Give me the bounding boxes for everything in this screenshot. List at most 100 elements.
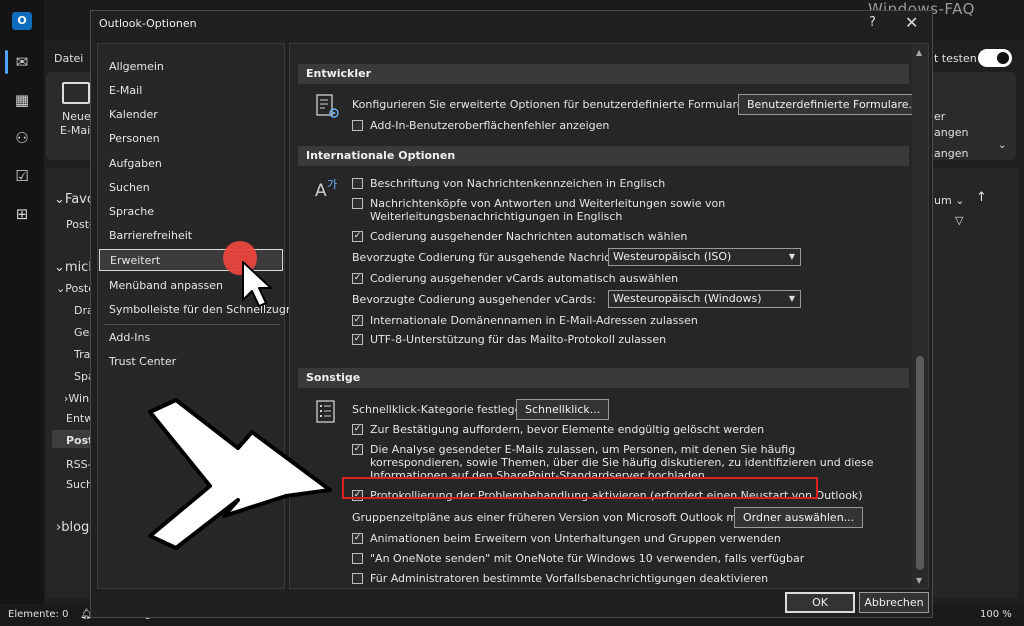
nav-item-allgemein[interactable]: Allgemein [99, 56, 283, 78]
auto-encoding-checkbox[interactable]: ✓ [352, 231, 363, 242]
onenote-checkbox[interactable] [352, 553, 363, 564]
nav-item-kalender[interactable]: Kalender [99, 104, 283, 126]
scroll-down-icon[interactable]: ▼ [916, 576, 922, 585]
chevron-down-icon: ⌄ [54, 192, 65, 207]
nav-item-suchen[interactable]: Suchen [99, 177, 283, 199]
content-scrollbar[interactable]: ▲ ▼ [912, 44, 928, 588]
people-icon[interactable]: ⚇ [12, 128, 32, 148]
app-rail: O ✉ ▦ ⚇ ☑ ⊞ [0, 0, 44, 626]
screen: O ✉ ▦ ⚇ ☑ ⊞ Windows-FAQ Datei Neue E-Mai… [0, 0, 1024, 626]
list-settings-icon [316, 400, 335, 423]
new-mail-label-1: Neue [62, 110, 91, 123]
message-list-pane [932, 168, 1018, 598]
tab-datei[interactable]: Datei [54, 52, 83, 65]
flag-labels-english-checkbox[interactable] [352, 178, 363, 189]
nav-item-erweitert[interactable]: Erweitert [99, 249, 283, 271]
utf8-mailto-label: UTF-8-Unterstützung für das Mailto-Proto… [370, 333, 667, 346]
chevron-down-icon: ▼ [788, 252, 795, 261]
try-new-toggle[interactable] [978, 49, 1012, 67]
section-header-sonstige: Sonstige [298, 368, 909, 388]
new-mail-label-2: E-Mail [60, 124, 94, 137]
language-icon: A 가 [315, 178, 337, 200]
admin-notifications-checkbox[interactable] [352, 573, 363, 584]
folder-account[interactable]: ›blog [56, 520, 89, 535]
status-items-count: Elemente: 0 [8, 609, 69, 620]
chevron-down-icon: ▼ [788, 294, 795, 303]
status-zoom[interactable]: 100 % [980, 609, 1012, 620]
ribbon-expand-icon[interactable]: ⌄ [998, 140, 1006, 151]
tasks-icon[interactable]: ☑ [12, 166, 32, 186]
vcard-encoding-label: Bevorzugte Codierung ausgehender vCards: [352, 293, 596, 306]
migrate-label: Gruppenzeitpläne aus einer früheren Vers… [352, 511, 784, 524]
rail-selection-indicator [5, 50, 8, 74]
cancel-button[interactable]: Abbrechen [859, 592, 929, 613]
help-button[interactable]: ? [869, 15, 876, 30]
close-button[interactable]: ✕ [905, 13, 918, 32]
svg-text:가: 가 [327, 178, 337, 191]
mail-icon[interactable]: ✉ [12, 52, 32, 72]
nav-item-aufgaben[interactable]: Aufgaben [99, 153, 283, 175]
sort-direction-icon[interactable]: ↑ [976, 190, 987, 205]
chevron-down-icon: ⌄ [955, 194, 965, 207]
onenote-label: "An OneNote senden" mit OneNote für Wind… [370, 552, 805, 565]
svg-text:A: A [315, 181, 327, 200]
scroll-up-icon[interactable]: ▲ [916, 48, 922, 57]
scrollbar-thumb[interactable] [916, 356, 924, 570]
quickclick-label: Schnellklick-Kategorie festlegen: [352, 403, 533, 416]
folder-item[interactable]: ›Win [64, 392, 89, 405]
confirm-delete-label: Zur Bestätigung auffordern, bevor Elemen… [370, 423, 765, 436]
highlight-box [342, 477, 818, 499]
section-header-international: Internationale Optionen [298, 146, 909, 166]
preferred-encoding-label: Bevorzugte Codierung für ausgehende Nach… [352, 251, 639, 264]
vcard-encoding-select[interactable]: Westeuropäisch (Windows) ▼ [608, 290, 801, 308]
folder-item[interactable]: Such [66, 478, 93, 491]
animations-label: Animationen beim Erweitern von Unterhalt… [370, 532, 781, 545]
new-mail-icon[interactable] [62, 82, 90, 104]
preferred-encoding-select[interactable]: Westeuropäisch (ISO) ▼ [608, 248, 801, 266]
nav-item-trust-center[interactable]: Trust Center [99, 351, 283, 373]
headers-english-checkbox[interactable] [352, 198, 363, 209]
calendar-icon[interactable]: ▦ [12, 90, 32, 110]
try-new-label: t testen [934, 52, 977, 65]
addin-errors-label: Add-In-Benutzeroberflächenfehler anzeige… [370, 119, 610, 132]
utf8-mailto-checkbox[interactable]: ✓ [352, 334, 363, 345]
headers-english-label: Nachrichtenköpfe von Antworten und Weite… [370, 197, 726, 223]
nav-item-barrierefreiheit[interactable]: Barrierefreiheit [99, 225, 283, 247]
nav-item-addins[interactable]: Add-Ins [99, 327, 283, 349]
nav-item-email[interactable]: E-Mail [99, 80, 283, 102]
nav-item-schnellzugriff[interactable]: Symbolleiste für den Schnellzugriff [99, 299, 301, 321]
ribbon-right-label-3: angen [934, 147, 969, 160]
options-dialog: Outlook-Optionen ? ✕ Allgemein E-Mail Ka… [90, 10, 933, 618]
confirm-delete-checkbox[interactable]: ✓ [352, 424, 363, 435]
quickclick-button[interactable]: Schnellklick... [516, 399, 610, 420]
idn-label: Internationale Domänennamen in E-Mail-Ad… [370, 314, 698, 327]
addin-errors-checkbox[interactable] [352, 120, 363, 131]
nav-item-menueband[interactable]: Menüband anpassen [99, 275, 283, 297]
list-sort-label[interactable]: um ⌄ [934, 194, 964, 207]
filter-flag-icon[interactable]: ▽ [955, 214, 963, 227]
admin-notifications-label: Für Administratoren bestimmte Vorfallsbe… [370, 572, 769, 585]
ribbon-right-label-1: er [934, 110, 946, 123]
animations-checkbox[interactable]: ✓ [352, 533, 363, 544]
auto-vcard-encoding-label: Codierung ausgehender vCards automatisch… [370, 272, 679, 285]
folder-favorites[interactable]: ⌄Favo [54, 192, 95, 207]
custom-forms-button[interactable]: Benutzerdefinierte Formulare... [738, 94, 928, 115]
nav-item-personen[interactable]: Personen [99, 128, 283, 150]
nav-item-sprache[interactable]: Sprache [99, 201, 283, 223]
ribbon-right-label-2: angen [934, 126, 969, 139]
chevron-down-icon: ⌄ [56, 282, 66, 295]
nav-divider [104, 324, 280, 325]
flag-labels-english-label: Beschriftung von Nachrichtenkennzeichen … [370, 177, 666, 190]
auto-encoding-label: Codierung ausgehender Nachrichten automa… [370, 230, 688, 243]
analysis-checkbox[interactable]: ✓ [352, 444, 363, 455]
auto-vcard-encoding-checkbox[interactable]: ✓ [352, 273, 363, 284]
idn-checkbox[interactable]: ✓ [352, 315, 363, 326]
form-settings-icon [316, 94, 339, 118]
options-nav: Allgemein E-Mail Kalender Personen Aufga… [97, 43, 301, 589]
chevron-down-icon: ⌄ [54, 260, 65, 275]
dev-description: Konfigurieren Sie erweiterte Optionen fü… [352, 98, 747, 111]
ok-button[interactable]: OK [785, 592, 855, 613]
options-content: Entwickler Konfigurieren Sie erweiterte … [289, 43, 929, 589]
apps-icon[interactable]: ⊞ [12, 204, 32, 224]
select-folder-button[interactable]: Ordner auswählen... [734, 507, 864, 528]
